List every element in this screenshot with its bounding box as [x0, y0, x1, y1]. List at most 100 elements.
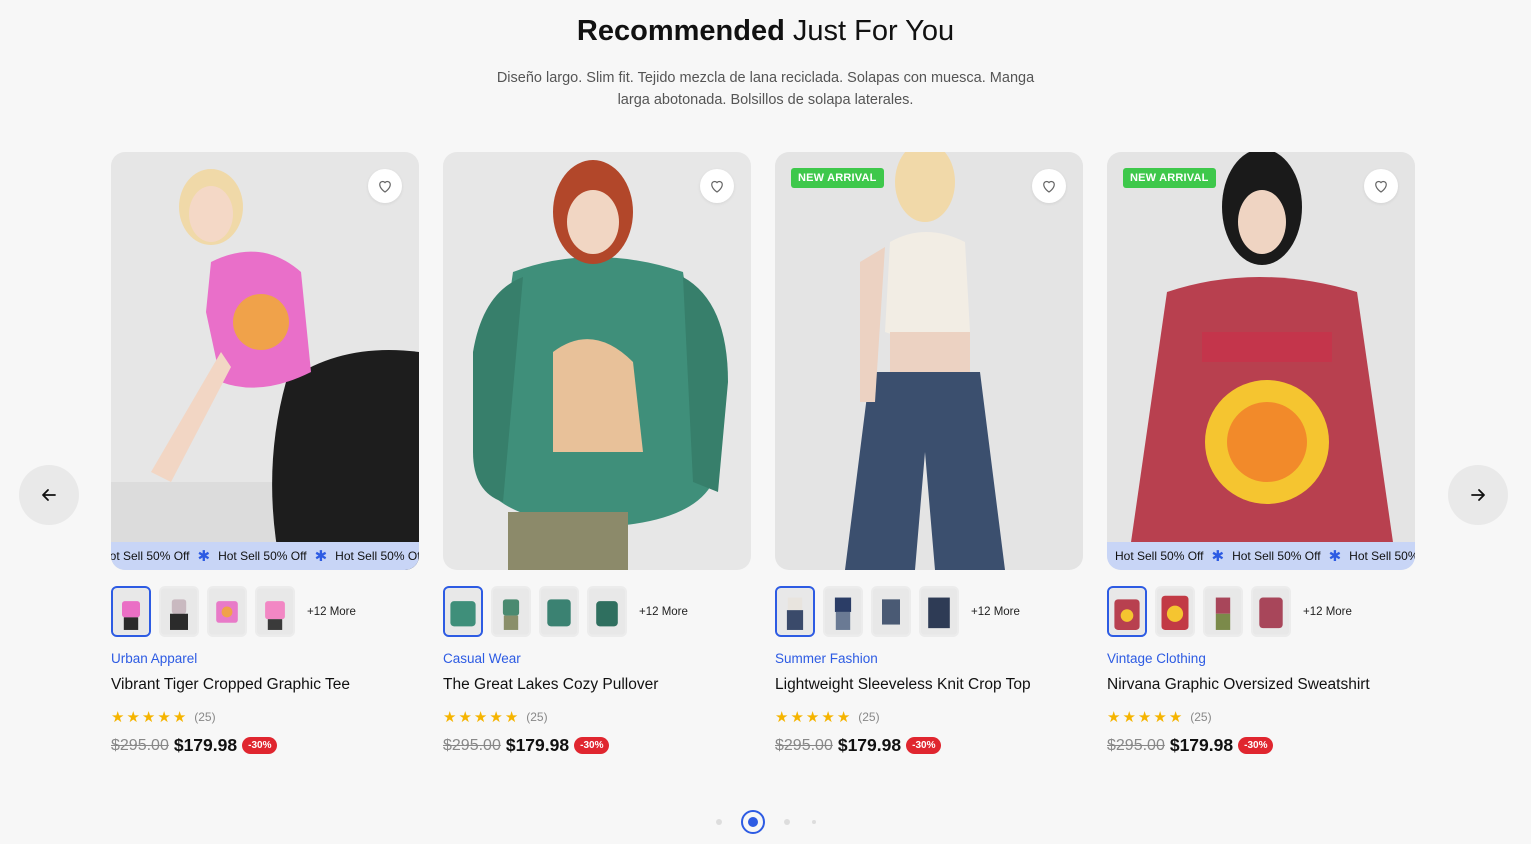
- new-arrival-badge: NEW ARRIVAL: [1123, 168, 1216, 188]
- product-brand[interactable]: Summer Fashion: [775, 651, 878, 666]
- review-count: (25): [194, 710, 216, 724]
- marquee-item: Hot Sell 50% Off: [1349, 549, 1415, 563]
- product-image[interactable]: NEW ARRIVAL Hot Sell 50% Off ✱ Hot Sell 5…: [1107, 152, 1415, 570]
- more-colors-link[interactable]: +12 More: [1303, 606, 1352, 618]
- color-swatches: +12 More: [1107, 586, 1352, 637]
- product-image[interactable]: [443, 152, 751, 570]
- color-swatch[interactable]: [871, 586, 911, 637]
- color-swatch[interactable]: [1107, 586, 1147, 637]
- star-icon: ★: [821, 709, 835, 726]
- color-swatch[interactable]: [443, 586, 483, 637]
- heart-icon: [379, 180, 391, 193]
- color-swatch[interactable]: [919, 586, 959, 637]
- marquee-item: Hot Sell 50% Off✱: [111, 548, 211, 565]
- review-count: (25): [1190, 710, 1212, 724]
- pagination-dot-active[interactable]: [740, 810, 765, 834]
- product-card[interactable]: NEW ARRIVAL +12 More Summer Fashion Ligh…: [775, 152, 1083, 755]
- wishlist-button[interactable]: [1364, 169, 1398, 203]
- color-swatch[interactable]: [587, 586, 627, 637]
- color-swatch[interactable]: [491, 586, 531, 637]
- color-swatch[interactable]: [775, 586, 815, 637]
- sale-price: $179.98: [1169, 735, 1234, 755]
- carousel-next-button[interactable]: [1448, 465, 1508, 525]
- promo-marquee: Hot Sell 50% Off✱ Hot Sell 50% Off✱ Hot …: [1107, 542, 1415, 570]
- color-swatch[interactable]: [539, 586, 579, 637]
- star-icon: ★: [805, 709, 820, 726]
- color-swatches: +12 More: [111, 586, 356, 637]
- product-name[interactable]: Nirvana Graphic Oversized Sweatshirt: [1107, 676, 1370, 694]
- product-brand[interactable]: Casual Wear: [443, 651, 521, 666]
- star-icon: ★: [111, 709, 125, 726]
- section-description: Diseño largo. Slim fit. Tejido mezcla de…: [496, 70, 1035, 108]
- marquee-item: Hot Sell 50% Off✱: [1232, 548, 1342, 565]
- product-price: $295.00 $179.98 -30%: [1107, 735, 1274, 756]
- product-brand[interactable]: Urban Apparel: [111, 651, 197, 666]
- color-swatch[interactable]: [1251, 586, 1291, 637]
- promo-marquee: Hot Sell 50% Off✱ Hot Sell 50% Off✱ Hot …: [111, 542, 419, 570]
- more-colors-link[interactable]: +12 More: [971, 606, 1020, 618]
- product-rating: ★ ★ ★ ★ ★ (25): [775, 708, 880, 726]
- product-brand[interactable]: Vintage Clothing: [1107, 651, 1206, 666]
- product-price: $295.00 $179.98 -30%: [443, 735, 610, 756]
- color-swatch[interactable]: [823, 586, 863, 637]
- color-swatch[interactable]: [111, 586, 151, 637]
- section-title: Recommended Just For You: [0, 14, 1531, 48]
- color-swatch[interactable]: [1203, 586, 1243, 637]
- product-name[interactable]: Vibrant Tiger Cropped Graphic Tee: [111, 676, 350, 694]
- asterisk-icon: ✱: [197, 548, 211, 565]
- pagination-dot[interactable]: [811, 820, 816, 824]
- product-card[interactable]: NEW ARRIVAL Hot Sell 50% Off ✱ Hot Sell 5…: [1107, 152, 1415, 755]
- color-swatch[interactable]: [255, 586, 295, 637]
- more-colors-link[interactable]: +12 More: [307, 606, 356, 618]
- pagination-dot[interactable]: [715, 819, 722, 825]
- sale-price: $179.98: [837, 735, 902, 755]
- star-icon: ★: [1107, 709, 1121, 726]
- discount-badge: -30%: [242, 737, 278, 754]
- star-icon: ★: [504, 709, 519, 726]
- carousel-prev-button[interactable]: [19, 465, 79, 525]
- wishlist-button[interactable]: [368, 169, 402, 203]
- discount-badge: -30%: [1238, 737, 1274, 754]
- sale-price: $179.98: [173, 735, 238, 755]
- star-icon: ★: [172, 709, 187, 726]
- review-count: (25): [858, 710, 880, 724]
- discount-badge: -30%: [906, 737, 942, 754]
- product-photo: [1107, 152, 1415, 570]
- marquee-item: Hot Sell 50% Off✱: [218, 548, 328, 565]
- color-swatches: +12 More: [443, 586, 688, 637]
- star-icon: ★: [458, 709, 472, 726]
- product-image[interactable]: NEW ARRIVAL: [775, 152, 1083, 570]
- star-icon: ★: [836, 709, 851, 726]
- more-colors-link[interactable]: +12 More: [639, 606, 688, 618]
- color-swatches: +12 More: [775, 586, 1020, 637]
- product-card[interactable]: +12 More Casual Wear The Great Lakes Coz…: [443, 152, 751, 755]
- product-price: $295.00 $179.98 -30%: [111, 735, 278, 756]
- new-arrival-badge: NEW ARRIVAL: [791, 168, 884, 188]
- heart-icon: [1043, 180, 1055, 193]
- original-price: $295.00: [1107, 736, 1165, 754]
- product-name[interactable]: The Great Lakes Cozy Pullover: [443, 676, 658, 694]
- color-swatch[interactable]: [207, 586, 247, 637]
- product-image[interactable]: Hot Sell 50% Off✱ Hot Sell 50% Off✱ Hot …: [111, 152, 419, 570]
- title-strong: Recommended: [576, 15, 785, 47]
- star-icon: ★: [126, 709, 140, 726]
- star-icon: ★: [1168, 709, 1183, 726]
- color-swatch[interactable]: [1155, 586, 1195, 637]
- heart-icon: [1375, 180, 1387, 193]
- product-card[interactable]: Hot Sell 50% Off✱ Hot Sell 50% Off✱ Hot …: [111, 152, 419, 755]
- star-icon: ★: [775, 709, 789, 726]
- original-price: $295.00: [111, 736, 169, 754]
- wishlist-button[interactable]: [1032, 169, 1066, 203]
- carousel-pagination: [0, 810, 1531, 834]
- product-name[interactable]: Lightweight Sleeveless Knit Crop Top: [775, 676, 1031, 694]
- wishlist-button[interactable]: [700, 169, 734, 203]
- pagination-dot[interactable]: [783, 819, 790, 825]
- star-icon: ★: [443, 709, 457, 726]
- marquee-item: Hot Sell 50% Off✱: [1115, 548, 1225, 565]
- product-photo: [775, 152, 1083, 570]
- sale-price: $179.98: [505, 735, 570, 755]
- color-swatch[interactable]: [159, 586, 199, 637]
- star-icon: ★: [141, 709, 156, 726]
- asterisk-icon: ✱: [314, 548, 328, 565]
- heart-icon: [711, 180, 723, 193]
